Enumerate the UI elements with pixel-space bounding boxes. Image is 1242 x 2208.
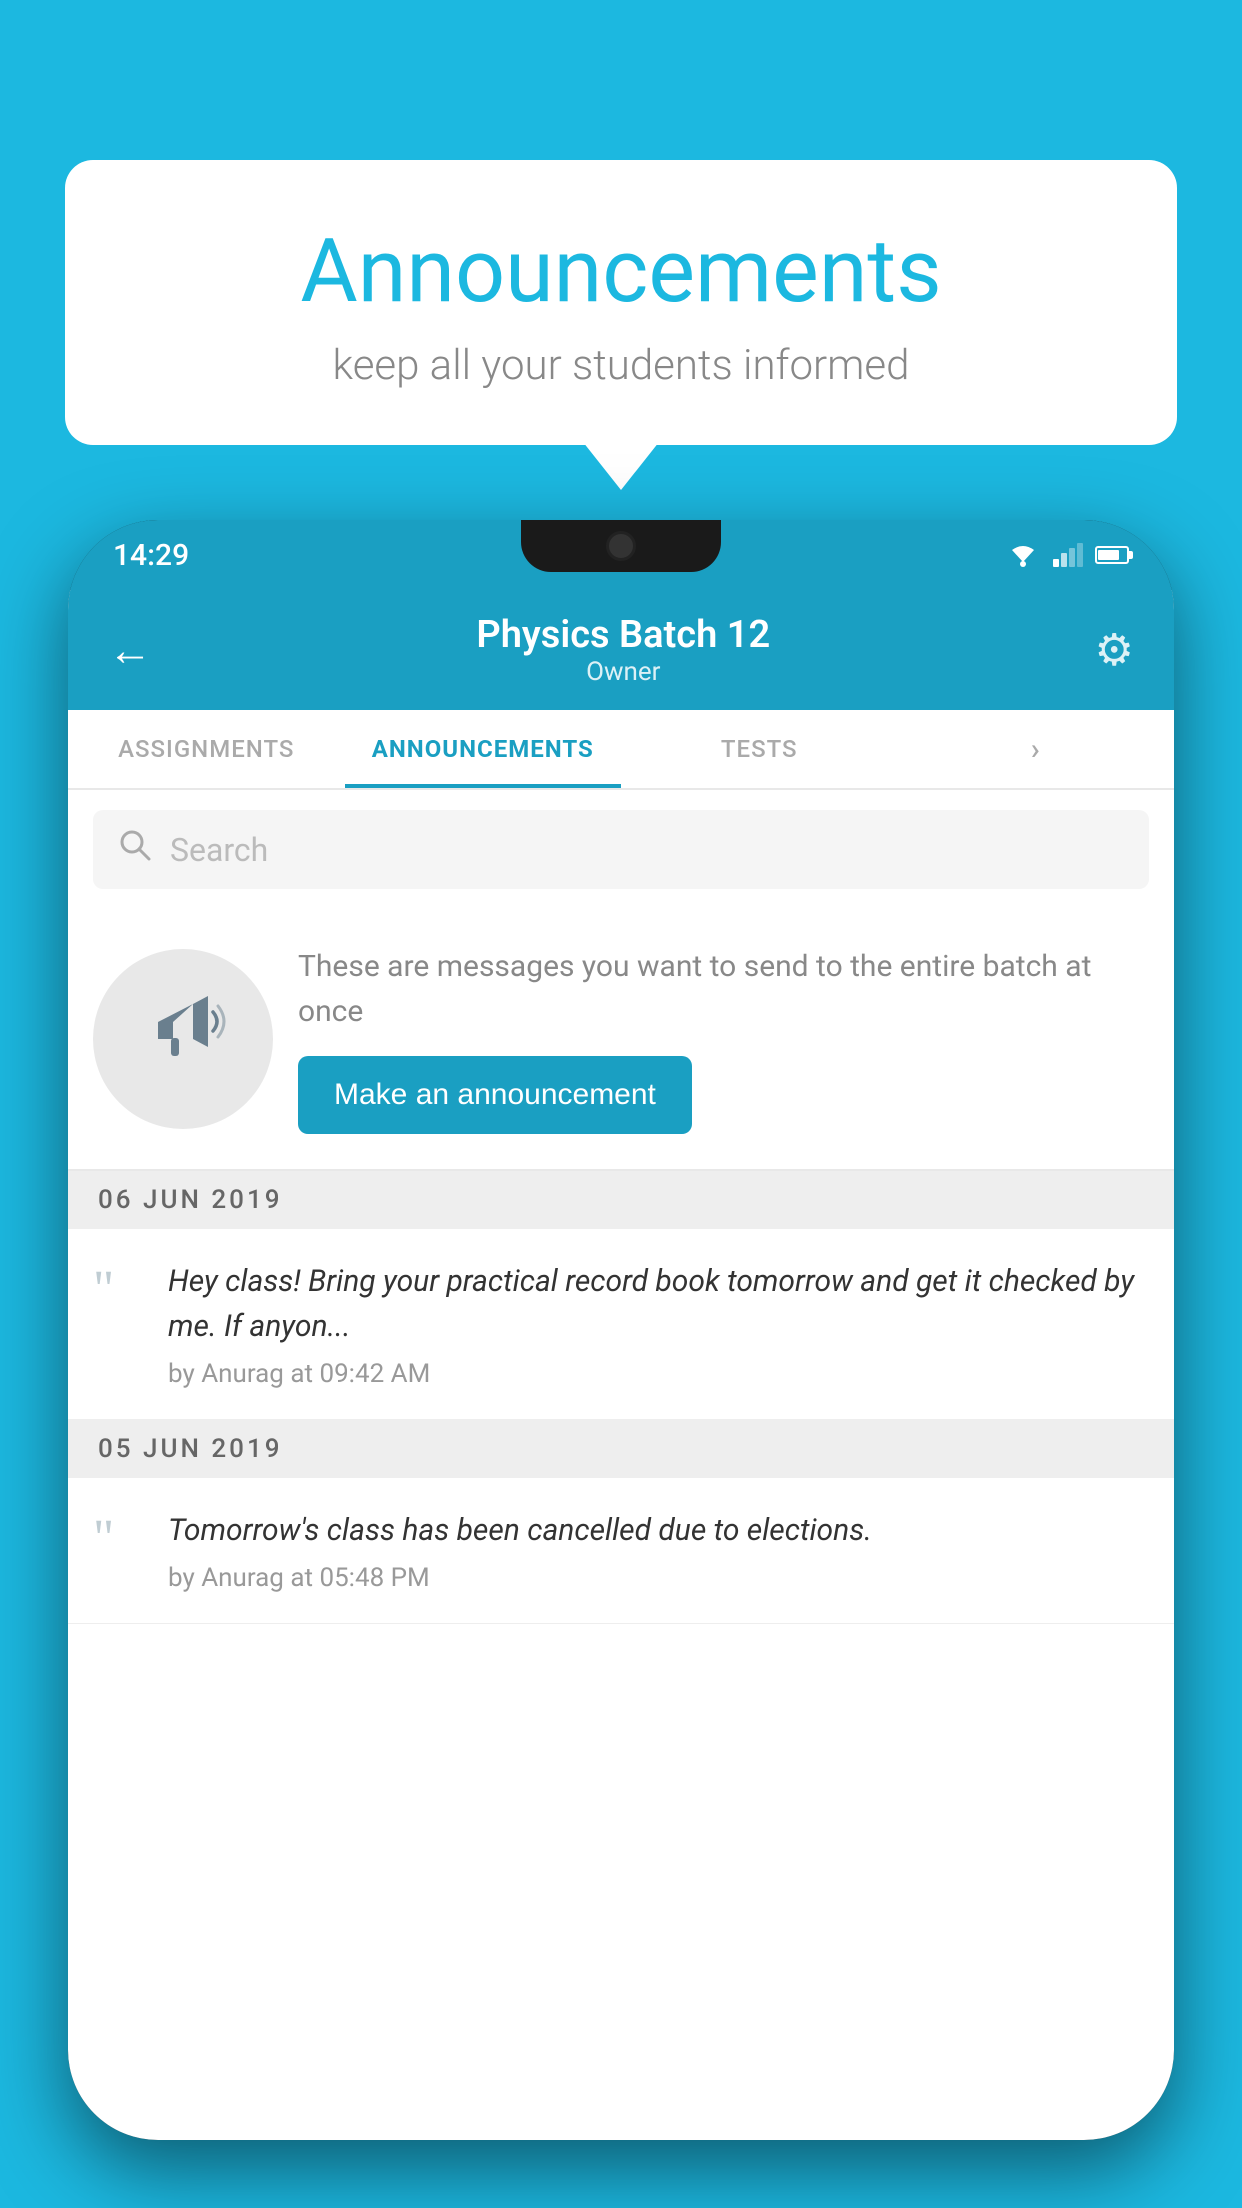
tab-assignments[interactable]: ASSIGNMENTS <box>68 710 345 788</box>
quote-icon-2: " <box>93 1513 148 1565</box>
speech-bubble-title: Announcements <box>145 220 1097 323</box>
wifi-icon <box>1005 542 1041 568</box>
tabs-bar: ASSIGNMENTS ANNOUNCEMENTS TESTS › <box>68 710 1174 790</box>
announcement-text-1: Hey class! Bring your practical record b… <box>168 1259 1149 1349</box>
app-screen: ← Physics Batch 12 Owner ⚙ ASSIGNMENTS A… <box>68 590 1174 2140</box>
promo-content: These are messages you want to send to t… <box>298 944 1149 1134</box>
search-icon <box>118 828 152 871</box>
date-separator-1: 06 JUN 2019 <box>68 1171 1174 1229</box>
announcement-item-2[interactable]: " Tomorrow's class has been cancelled du… <box>68 1478 1174 1624</box>
announcement-meta-1: by Anurag at 09:42 AM <box>168 1359 1149 1389</box>
tab-announcements[interactable]: ANNOUNCEMENTS <box>345 710 622 788</box>
speech-bubble-subtitle: keep all your students informed <box>145 341 1097 390</box>
promo-section: These are messages you want to send to t… <box>68 909 1174 1171</box>
header-title: Physics Batch 12 <box>476 613 770 657</box>
megaphone-icon <box>138 984 228 1094</box>
quote-icon-1: " <box>93 1264 148 1316</box>
announcement-content-2: Tomorrow's class has been cancelled due … <box>168 1508 1149 1593</box>
announcement-text-2: Tomorrow's class has been cancelled due … <box>168 1508 1149 1553</box>
phone-notch <box>521 520 721 572</box>
search-container: Search <box>68 790 1174 909</box>
search-bar[interactable]: Search <box>93 810 1149 889</box>
search-placeholder: Search <box>170 831 268 869</box>
announcement-content-1: Hey class! Bring your practical record b… <box>168 1259 1149 1389</box>
header-center: Physics Batch 12 Owner <box>476 613 770 687</box>
date-separator-2: 05 JUN 2019 <box>68 1420 1174 1478</box>
status-time: 14:29 <box>113 538 189 573</box>
promo-description: These are messages you want to send to t… <box>298 944 1149 1034</box>
app-header: ← Physics Batch 12 Owner ⚙ <box>68 590 1174 710</box>
phone-frame: 14:29 <box>68 520 1174 2140</box>
phone-wrapper: 14:29 <box>68 520 1174 2208</box>
make-announcement-button[interactable]: Make an announcement <box>298 1056 692 1134</box>
tab-tests[interactable]: TESTS <box>621 710 898 788</box>
settings-button[interactable]: ⚙ <box>1095 624 1134 676</box>
phone-camera <box>606 531 636 561</box>
announcement-item-1[interactable]: " Hey class! Bring your practical record… <box>68 1229 1174 1420</box>
status-icons <box>1005 542 1129 568</box>
speech-bubble-section: Announcements keep all your students inf… <box>65 160 1177 445</box>
header-subtitle: Owner <box>476 657 770 687</box>
back-button[interactable]: ← <box>108 624 152 676</box>
announcement-meta-2: by Anurag at 05:48 PM <box>168 1563 1149 1593</box>
speech-bubble-card: Announcements keep all your students inf… <box>65 160 1177 445</box>
signal-icon <box>1053 543 1083 567</box>
battery-icon <box>1095 546 1129 564</box>
promo-icon-circle <box>93 949 273 1129</box>
tab-more[interactable]: › <box>898 710 1175 788</box>
